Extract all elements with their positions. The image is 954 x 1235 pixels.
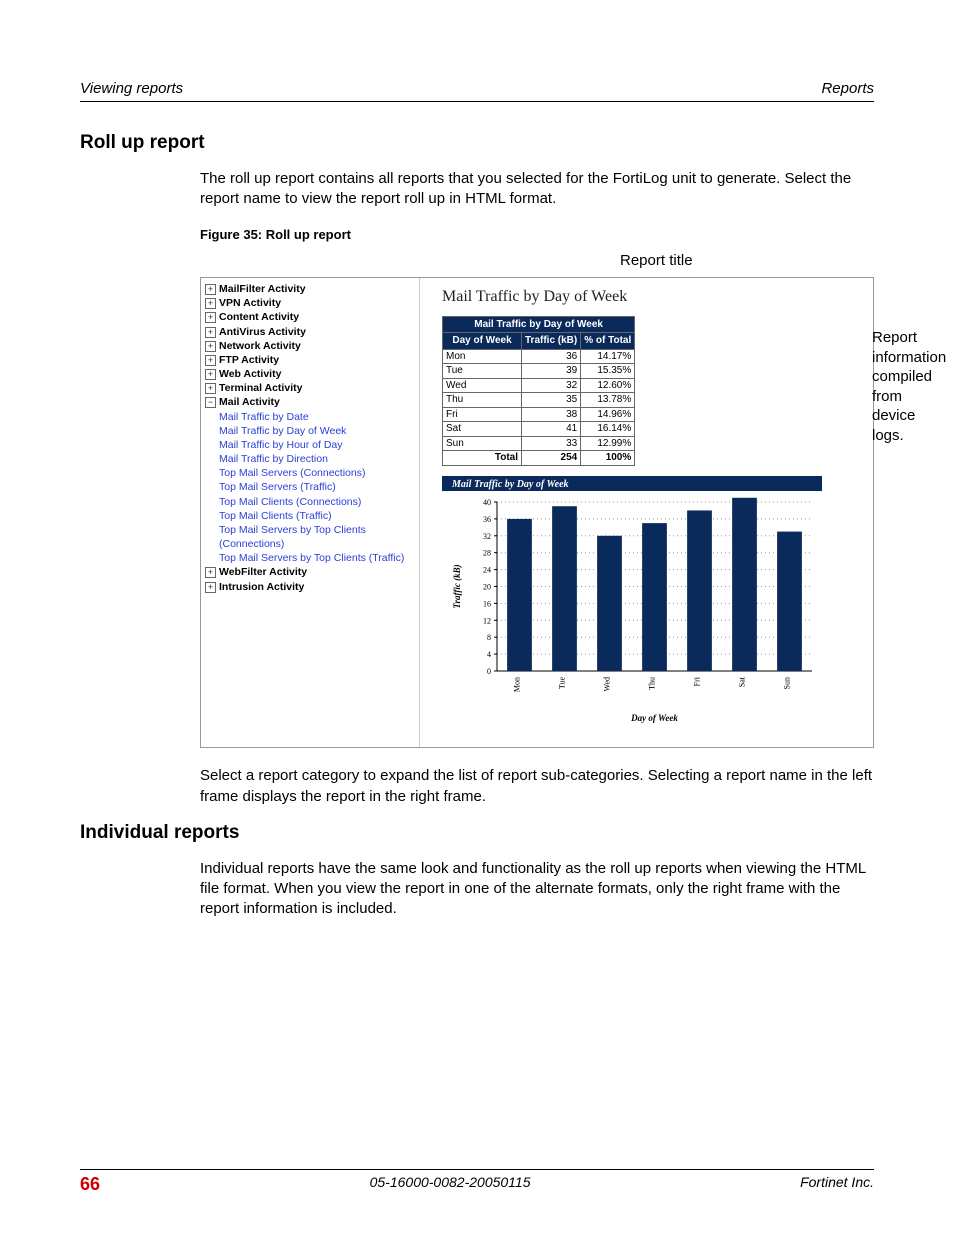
svg-text:Mail Traffic by Day of Week: Mail Traffic by Day of Week (451, 479, 569, 490)
nav-link-8[interactable]: Top Mail Servers by Top Clients (Connect… (205, 523, 415, 551)
nav-item-6[interactable]: +Web Activity (205, 367, 415, 381)
callout-report-title: Report title (620, 251, 693, 271)
nav-item-7[interactable]: +Terminal Activity (205, 381, 415, 395)
rollup-para2: Select a report category to expand the l… (200, 766, 874, 807)
svg-text:4: 4 (487, 650, 491, 659)
nav-link-5[interactable]: Top Mail Servers (Traffic) (205, 480, 415, 494)
page-footer: 66 05-16000-0082-20050115 Fortinet Inc. (80, 1169, 874, 1195)
plus-icon: + (205, 341, 216, 352)
nav-tail-1[interactable]: +Intrusion Activity (205, 580, 415, 594)
nav-open-label: Mail Activity (219, 396, 280, 408)
plus-icon: + (205, 383, 216, 394)
svg-text:40: 40 (483, 498, 491, 507)
table-row: Wed3212.60% (443, 378, 635, 393)
plus-icon: + (205, 312, 216, 323)
svg-text:Thu: Thu (648, 677, 657, 690)
plus-icon: + (205, 582, 216, 593)
nav-tail-0[interactable]: +WebFilter Activity (205, 565, 415, 579)
svg-text:Tue: Tue (558, 676, 567, 689)
screenshot: +MailFilter Activity+VPN Activity+Conten… (200, 277, 874, 748)
rollup-para1: The roll up report contains all reports … (200, 169, 874, 210)
table-row: Sun3312.99% (443, 436, 635, 451)
col-pct: % of Total (581, 333, 635, 350)
nav-item-4[interactable]: +Network Activity (205, 339, 415, 353)
header-left: Viewing reports (80, 80, 183, 97)
svg-text:0: 0 (487, 667, 491, 676)
figure-caption: Figure 35: Roll up report (200, 226, 874, 244)
nav-item-1[interactable]: +VPN Activity (205, 296, 415, 310)
plus-icon: + (205, 327, 216, 338)
col-day: Day of Week (443, 333, 522, 350)
nav-link-2[interactable]: Mail Traffic by Hour of Day (205, 438, 415, 452)
plus-icon: + (205, 355, 216, 366)
nav-link-4[interactable]: Top Mail Servers (Connections) (205, 466, 415, 480)
nav-item-2[interactable]: +Content Activity (205, 310, 415, 324)
nav-link-9[interactable]: Top Mail Servers by Top Clients (Traffic… (205, 551, 415, 565)
page-number: 66 (80, 1174, 100, 1195)
col-traffic: Traffic (kB) (522, 333, 581, 350)
header-right: Reports (821, 80, 874, 97)
svg-text:8: 8 (487, 633, 491, 642)
header-rule (80, 101, 874, 102)
total-label: Total (443, 451, 522, 466)
callout-report-info: Report information compiled from device … (872, 328, 946, 445)
nav-item-3[interactable]: +AntiVirus Activity (205, 325, 415, 339)
report-nav: +MailFilter Activity+VPN Activity+Conten… (201, 278, 420, 747)
svg-text:24: 24 (483, 565, 491, 574)
svg-text:20: 20 (483, 582, 491, 591)
nav-item-0[interactable]: +MailFilter Activity (205, 282, 415, 296)
svg-text:12: 12 (483, 616, 491, 625)
nav-link-7[interactable]: Top Mail Clients (Traffic) (205, 509, 415, 523)
total-pct: 100% (581, 451, 635, 466)
nav-open-mail[interactable]: −Mail Activity (205, 395, 415, 409)
minus-icon: − (205, 397, 216, 408)
svg-text:Mon: Mon (513, 677, 522, 692)
nav-link-0[interactable]: Mail Traffic by Date (205, 410, 415, 424)
plus-icon: + (205, 284, 216, 295)
svg-text:Sun: Sun (783, 677, 792, 689)
nav-item-5[interactable]: +FTP Activity (205, 353, 415, 367)
doc-id: 05-16000-0082-20050115 (370, 1174, 531, 1195)
section-individual-title: Individual reports (80, 822, 874, 844)
table-header: Mail Traffic by Day of Week (443, 316, 635, 333)
svg-text:32: 32 (483, 531, 491, 540)
svg-text:Day of Week: Day of Week (630, 713, 678, 723)
nav-link-3[interactable]: Mail Traffic by Direction (205, 452, 415, 466)
total-kb: 254 (522, 451, 581, 466)
plus-icon: + (205, 298, 216, 309)
table-row: Fri3814.96% (443, 407, 635, 422)
data-table: Mail Traffic by Day of Week Day of Week … (442, 316, 635, 466)
svg-text:28: 28 (483, 548, 491, 557)
svg-text:16: 16 (483, 599, 491, 608)
nav-link-6[interactable]: Top Mail Clients (Connections) (205, 495, 415, 509)
individual-para: Individual reports have the same look an… (200, 859, 874, 920)
nav-link-1[interactable]: Mail Traffic by Day of Week (205, 424, 415, 438)
report-title: Mail Traffic by Day of Week (442, 286, 865, 308)
svg-text:36: 36 (483, 515, 491, 524)
svg-text:Fri: Fri (693, 676, 702, 686)
table-row: Sat4116.14% (443, 422, 635, 437)
table-row: Tue3915.35% (443, 364, 635, 379)
plus-icon: + (205, 369, 216, 380)
company-name: Fortinet Inc. (800, 1174, 874, 1195)
svg-text:Traffic (kB): Traffic (kB) (452, 564, 462, 608)
svg-text:Wed: Wed (603, 677, 612, 691)
table-row: Mon3614.17% (443, 349, 635, 364)
report-pane: Mail Traffic by Day of Week Mail Traffic… (420, 278, 873, 747)
table-row: Thu3513.78% (443, 393, 635, 408)
section-rollup-title: Roll up report (80, 132, 874, 154)
svg-text:Sat: Sat (738, 676, 747, 687)
plus-icon: + (205, 567, 216, 578)
bar-chart: Mail Traffic by Day of Week 0 4 8 12 16 20 24 28… (442, 476, 865, 736)
